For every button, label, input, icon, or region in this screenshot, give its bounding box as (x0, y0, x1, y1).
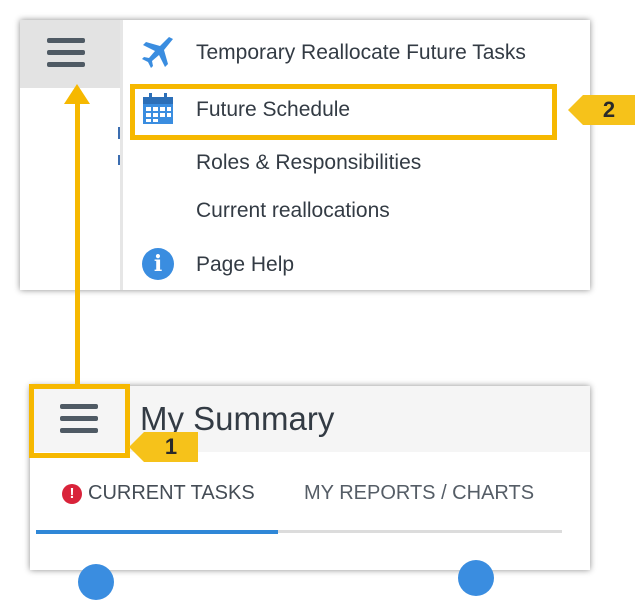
menu-item-icon-placeholder (140, 192, 176, 228)
menu-item-label: Page Help (196, 252, 295, 276)
menu-item-label: Current reallocations (196, 198, 390, 222)
hamburger-menu-icon[interactable] (47, 38, 85, 68)
menu-item-icon-placeholder (140, 144, 176, 180)
menu-item-roles-responsibilities[interactable]: Roles & Responsibilities (140, 142, 421, 182)
tab-bar: ! CURRENT TASKS MY REPORTS / CHARTS (30, 452, 590, 532)
highlight-box-menu-toggle (29, 384, 130, 458)
tab-my-reports-charts[interactable]: MY REPORTS / CHARTS (304, 482, 534, 505)
tab-label: MY REPORTS / CHARTS (304, 482, 535, 504)
menu-item-label: Temporary Reallocate Future Tasks (196, 40, 526, 64)
content-icon (458, 560, 494, 596)
tab-label: CURRENT TASKS (88, 482, 255, 504)
annotation-arrow-icon (64, 84, 90, 104)
callout-step-1: 1 (129, 432, 198, 462)
navigation-menu-panel: Temporary Reallocate Future Tasks Future… (20, 20, 590, 290)
menu-item-temporary-reallocate[interactable]: Temporary Reallocate Future Tasks (140, 32, 526, 72)
menu-toggle-area[interactable] (20, 20, 120, 88)
callout-step-2: 2 (568, 95, 635, 125)
alert-icon: ! (62, 483, 82, 504)
active-tab-indicator (36, 530, 278, 534)
info-icon: i (140, 246, 176, 282)
menu-item-page-help[interactable]: i Page Help (140, 244, 294, 284)
content-icon (78, 564, 114, 600)
menu-item-current-reallocations[interactable]: Current reallocations (140, 190, 390, 230)
menu-item-label: Roles & Responsibilities (196, 150, 422, 174)
menu-divider (120, 20, 123, 290)
airplane-icon (140, 34, 176, 70)
tab-current-tasks[interactable]: ! CURRENT TASKS (62, 482, 255, 505)
annotation-connector-line (75, 103, 80, 387)
menu-left-column (20, 88, 120, 290)
highlight-box-future-schedule (130, 84, 557, 140)
